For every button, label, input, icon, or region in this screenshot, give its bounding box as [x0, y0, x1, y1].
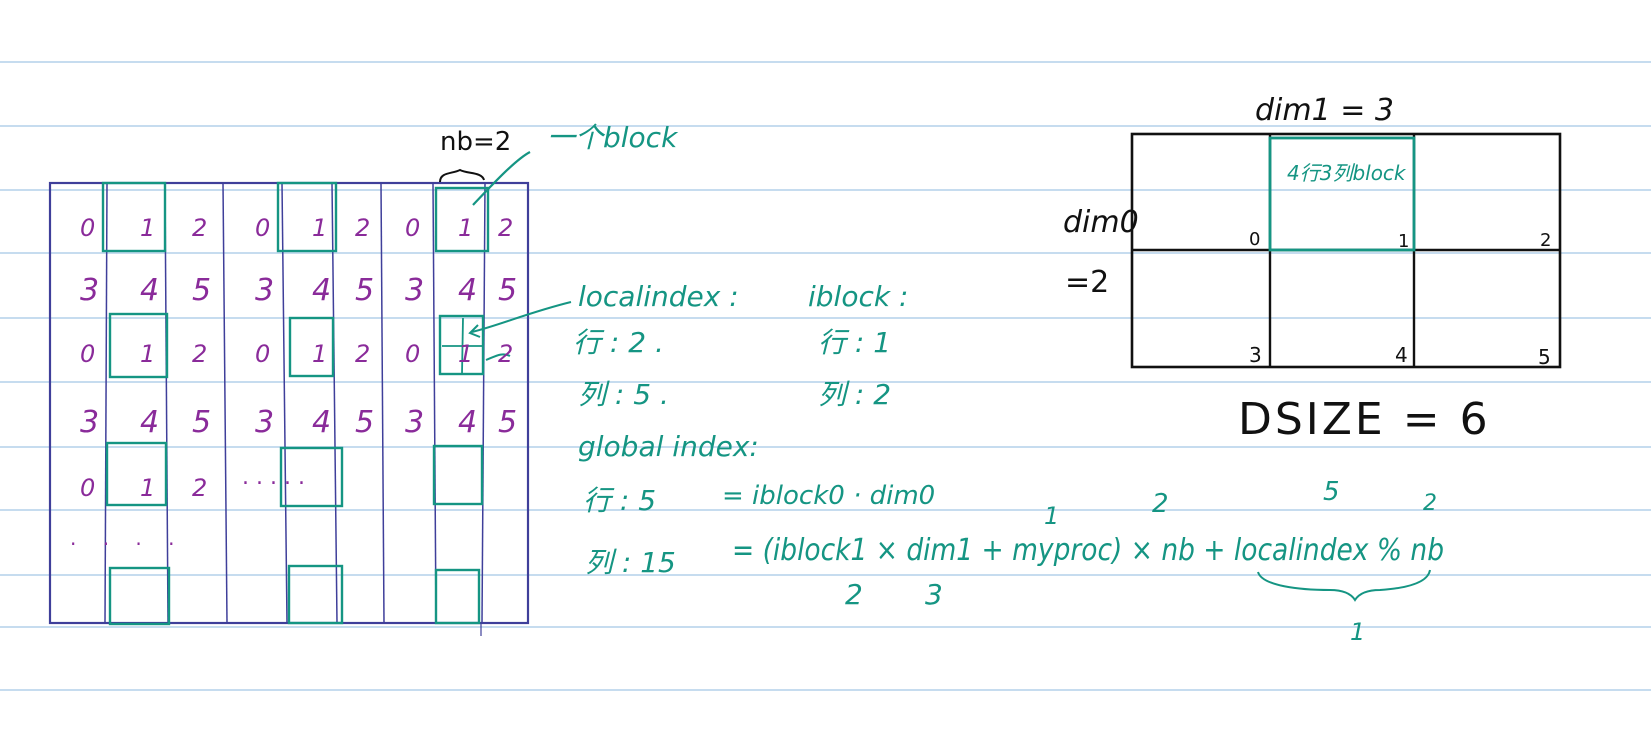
iblock-col: 列 : 2	[818, 378, 891, 411]
matrix-cell-value: 2	[355, 214, 370, 242]
diagram-canvas: 0 1 2 0 1 2 0 1 23 4 5 3 4 5 3 4 50 1 2 0 1 2 0 1 23 4 5 3 4 5 3 4 50 1 2 …	[0, 61, 1651, 691]
matrix-cell-value: 4	[140, 273, 159, 308]
iblock-title: iblock :	[808, 280, 908, 313]
matrix-cell-value: 2	[192, 340, 207, 368]
block-square	[434, 568, 481, 625]
global-col-formula: = (iblock1 × dim1 + myproc) × nb + local…	[732, 533, 1444, 568]
process-cell-3: 3	[1249, 343, 1262, 367]
matrix-cell-value: 1	[312, 340, 327, 368]
matrix-dots-row5: . . . . .	[242, 465, 305, 490]
matrix-cell-value: 5	[498, 273, 517, 308]
matrix-divider	[380, 182, 385, 624]
index-notes: localindex : 行 : 2 . 列 : 5 . iblock : 行 …	[573, 280, 1444, 646]
global-col: 列 : 15	[585, 546, 676, 579]
dim1-label: dim1 = 3	[1255, 93, 1394, 128]
matrix-cell-value: 0	[80, 214, 95, 242]
matrix-cell-value: 2	[498, 214, 513, 242]
nb-label: nb=2	[440, 127, 511, 157]
matrix-cell-value: 4	[312, 273, 331, 308]
matrix-cell-value: 0	[405, 214, 420, 242]
matrix-cell-value: 1	[140, 474, 155, 502]
matrix-cell-value: 0	[255, 340, 270, 368]
matrix-cell-value: 4	[140, 405, 159, 440]
matrix-cell-value: 3	[405, 405, 424, 440]
matrix-cell-value: 1	[458, 214, 473, 242]
block-annotation: 一个block	[547, 121, 679, 154]
matrix-cell-value: 0	[80, 340, 95, 368]
notebook-ruled-lines	[0, 61, 1651, 691]
matrix-cell-value: 3	[255, 405, 274, 440]
formula-value-myproc: 1	[1044, 502, 1059, 530]
process-cell-4: 4	[1395, 343, 1408, 367]
block-square	[108, 566, 171, 626]
process-cell-1: 1	[1398, 231, 1409, 252]
process-block-text: 4行3列block	[1287, 161, 1407, 185]
localindex-row: 行 : 2 .	[573, 326, 664, 359]
process-cell-2: 2	[1540, 230, 1551, 251]
matrix-cell-value: 0	[255, 214, 270, 242]
matrix-border	[48, 181, 530, 625]
block-square	[105, 441, 168, 507]
matrix-cell-value: 1	[140, 214, 155, 242]
global-row-formula: = iblock0 · dim0	[722, 481, 935, 511]
iblock-row: 行 : 1	[818, 326, 891, 359]
matrix-cell-value: 0	[405, 340, 420, 368]
matrix-cell-value: 5	[192, 273, 211, 308]
formula-value-iblock1: 2	[845, 578, 863, 611]
matrix-cell-value: 5	[192, 405, 211, 440]
matrix-cell-value: 3	[255, 273, 274, 308]
matrix-divider	[281, 182, 288, 624]
matrix-cell-value: 3	[80, 405, 99, 440]
matrix-cell-value: 4	[458, 405, 477, 440]
block-square	[101, 181, 167, 253]
matrix-cell-value: 2	[355, 340, 370, 368]
formula-value-nb: 2	[1152, 489, 1169, 519]
dim0-value: =2	[1065, 265, 1109, 300]
matrix-dots-row6: . . . .	[70, 526, 185, 550]
matrix-cell-values: 0 1 2 0 1 2 0 1 23 4 5 3 4 5 3 4 50 1 2 0 1 2 0 1 23 4 5 3 4 5 3 4 50 1 2	[80, 214, 517, 502]
global-index-title: global index:	[578, 430, 759, 463]
localindex-col: 列 : 5 .	[578, 378, 669, 411]
formula-value-dim1: 3	[925, 578, 943, 611]
process-cell-5: 5	[1538, 345, 1551, 369]
block-pointer-line	[472, 151, 531, 206]
matrix-cell-value: 1	[312, 214, 327, 242]
matrix-cell-value: 4	[458, 273, 477, 308]
matrix-cell-value: 5	[498, 405, 517, 440]
dsize-label: DSIZE = 6	[1238, 394, 1491, 445]
global-row: 行 : 5	[583, 484, 656, 517]
process-block-highlight	[1268, 136, 1416, 252]
matrix-cell-value: 2	[498, 340, 513, 368]
formula-value-brace: 1	[1350, 618, 1365, 646]
matrix-divider	[222, 182, 228, 624]
matrix-cell-value: 5	[355, 273, 374, 308]
matrix-cell-value: 2	[192, 474, 207, 502]
matrix-cell-value: 3	[80, 273, 99, 308]
matrix-divider	[481, 182, 486, 624]
formula-value-localindex: 5	[1323, 477, 1340, 507]
block-square	[276, 181, 338, 253]
matrix-cell-value: 3	[405, 273, 424, 308]
process-cell-0: 0	[1249, 229, 1260, 250]
block-square	[432, 444, 484, 506]
localindex-title: localindex :	[578, 280, 739, 313]
formula-value-nb-mod: 2	[1423, 491, 1437, 516]
matrix-cell-value: 2	[192, 214, 207, 242]
matrix-divider	[104, 182, 108, 624]
block-square	[108, 312, 169, 379]
matrix-cell-value: 4	[312, 405, 331, 440]
process-grid: dim1 = 3 dim0 =2 4行3列block 0 1 2 3 4 5 D…	[1063, 93, 1562, 445]
nb-brace	[439, 168, 485, 183]
matrix-cell-value: 1	[140, 340, 155, 368]
dim0-label: dim0	[1063, 205, 1139, 240]
matrix-cell-value: 0	[80, 474, 95, 502]
matrix-cell-value: 1	[458, 340, 473, 368]
matrix-cell-value: 5	[355, 405, 374, 440]
block-squares	[101, 181, 490, 626]
